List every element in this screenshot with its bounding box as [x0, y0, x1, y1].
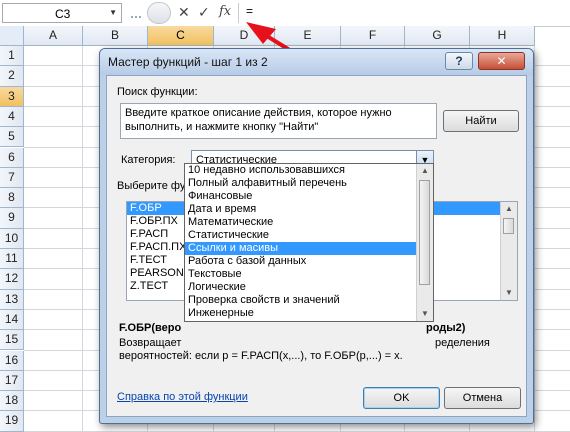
name-box-value: C3	[55, 7, 71, 21]
scroll-up-icon[interactable]: ▲	[417, 164, 433, 178]
formula-input[interactable]: =	[246, 4, 253, 18]
chevron-down-icon[interactable]: ▼	[109, 8, 117, 17]
close-button[interactable]: ✕	[478, 52, 525, 70]
scroll-thumb[interactable]	[503, 218, 514, 234]
scrollbar[interactable]: ▲ ▼	[416, 164, 433, 321]
column-header-a[interactable]: A	[24, 26, 83, 46]
row-header-14[interactable]: 14	[0, 309, 24, 331]
cancel-icon[interactable]: ✕	[178, 4, 190, 21]
row-header-3[interactable]: 3	[0, 86, 24, 107]
enter-icon[interactable]: ✓	[198, 4, 210, 21]
category-option[interactable]: Полный алфавитный перечень	[185, 177, 433, 190]
row-header-1[interactable]: 1	[0, 46, 24, 67]
row-header-8[interactable]: 8	[0, 188, 24, 209]
column-header-b[interactable]: B	[83, 26, 148, 46]
row-header-17[interactable]: 17	[0, 370, 24, 392]
help-button[interactable]: ?	[445, 52, 473, 70]
row-header-11[interactable]: 11	[0, 249, 24, 270]
row-header-5[interactable]: 5	[0, 127, 24, 148]
function-syntax: F.ОБР(веро	[119, 322, 182, 334]
category-option[interactable]: 10 недавно использовавшихся	[185, 164, 433, 177]
grip-icon[interactable]	[131, 9, 143, 18]
function-description-line2: вероятностей: если p = F.РАСП(x,...), то…	[119, 350, 403, 362]
column-header-e[interactable]: E	[275, 26, 341, 46]
row-header-6[interactable]: 6	[0, 147, 24, 168]
row-header-4[interactable]: 4	[0, 106, 24, 128]
row-header-9[interactable]: 9	[0, 208, 24, 229]
column-header-c[interactable]: C	[148, 26, 214, 46]
row-header-10[interactable]: 10	[0, 228, 24, 249]
column-header-g[interactable]: G	[405, 26, 470, 46]
row-header-7[interactable]: 7	[0, 167, 24, 189]
column-header-d[interactable]: D	[214, 26, 275, 46]
dialog-titlebar[interactable]: Мастер функций - шаг 1 из 2 ? ✕	[100, 49, 533, 75]
find-button[interactable]: Найти	[443, 110, 519, 132]
scroll-down-icon[interactable]: ▼	[417, 307, 433, 321]
row-header-19[interactable]: 19	[0, 411, 24, 432]
select-all-corner[interactable]	[0, 26, 24, 46]
category-option[interactable]: Работа с базой данных	[185, 255, 433, 268]
column-header-f[interactable]: F	[341, 26, 405, 46]
row-header-12[interactable]: 12	[0, 269, 24, 290]
dialog-title: Мастер функций - шаг 1 из 2	[108, 55, 268, 69]
formula-bar-toggle[interactable]	[147, 2, 171, 24]
row-header-18[interactable]: 18	[0, 391, 24, 412]
category-option[interactable]: Дата и время	[185, 203, 433, 216]
scrollbar[interactable]: ▲ ▼	[500, 202, 517, 300]
category-option[interactable]: Статистические	[185, 229, 433, 242]
category-label: Категория:	[121, 154, 176, 166]
category-option[interactable]: Проверка свойств и значений	[185, 294, 433, 307]
function-description-tail: ределения	[435, 337, 490, 349]
name-box[interactable]: C3 ▼	[2, 3, 122, 23]
category-option[interactable]: Логические	[185, 281, 433, 294]
row-header-15[interactable]: 15	[0, 330, 24, 351]
category-option[interactable]: Инженерные	[185, 307, 433, 320]
category-option[interactable]: Математические	[185, 216, 433, 229]
search-label: Поиск функции:	[117, 86, 198, 98]
ok-button[interactable]: OK	[363, 387, 440, 409]
category-option[interactable]: Финансовые	[185, 190, 433, 203]
category-option[interactable]: Текстовые	[185, 268, 433, 281]
function-syntax-tail: роды2)	[426, 322, 466, 334]
row-header-16[interactable]: 16	[0, 350, 24, 371]
category-dropdown-list[interactable]: 10 недавно использовавшихся Полный алфави…	[184, 163, 434, 322]
scroll-down-icon[interactable]: ▼	[501, 286, 517, 300]
function-description: Возвращает	[119, 337, 182, 349]
row-header-2[interactable]: 2	[0, 66, 24, 87]
row-header-13[interactable]: 13	[0, 289, 24, 310]
divider	[238, 3, 239, 23]
cancel-button[interactable]: Отмена	[444, 387, 521, 409]
search-input[interactable]: Введите краткое описание действия, котор…	[120, 103, 437, 139]
scroll-thumb[interactable]	[419, 180, 430, 285]
category-option[interactable]: Ссылки и масивы	[185, 242, 433, 255]
formula-bar: C3 ▼ ✕ ✓ fx =	[0, 0, 570, 27]
scroll-up-icon[interactable]: ▲	[501, 202, 517, 216]
select-function-label: Выберите фун	[117, 180, 192, 192]
insert-function-button[interactable]: fx	[219, 4, 231, 19]
column-header-h[interactable]: H	[470, 26, 535, 46]
function-help-link[interactable]: Справка по этой функции	[117, 391, 248, 403]
